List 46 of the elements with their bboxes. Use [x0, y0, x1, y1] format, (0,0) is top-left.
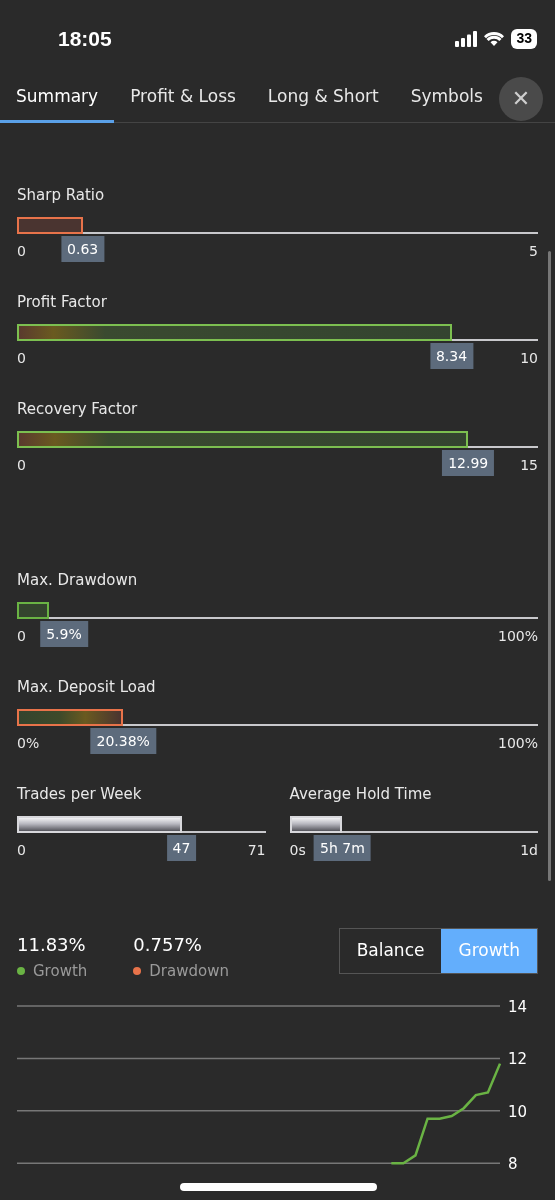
- tab[interactable]: Long & Short: [251, 74, 395, 123]
- tab[interactable]: Profit & Loss: [114, 74, 252, 123]
- gauge-value: 5.9%: [40, 621, 88, 647]
- status-time: 18:05: [58, 25, 112, 52]
- gauge-max: 15: [520, 455, 538, 475]
- gauge-value: 0.63: [61, 236, 105, 262]
- gauge-label: Max. Drawdown: [17, 570, 139, 590]
- gauge-min: 0s: [289, 840, 306, 860]
- gauge-min: 0: [17, 241, 26, 261]
- axis-tick-label: 10: [508, 1102, 528, 1121]
- scrollbar[interactable]: [548, 251, 551, 881]
- tab[interactable]: Symbols: [394, 74, 499, 123]
- gauge-max: 5: [529, 241, 538, 261]
- gauge-label: Profit Factor: [17, 292, 108, 312]
- gauge-max: 1d: [520, 840, 538, 860]
- close-button[interactable]: ✕: [499, 76, 543, 121]
- gauge-min: 0%: [17, 733, 40, 753]
- gauge-value: 8.34: [429, 343, 474, 369]
- axis-tick-label: 14: [508, 997, 528, 1016]
- gauge-label: Recovery Factor: [17, 399, 139, 419]
- gauge-label: Max. Deposit Load: [17, 677, 157, 697]
- gauge-value: 47: [166, 835, 197, 861]
- axis-tick-label: 8: [508, 1154, 518, 1173]
- legend-value: 11.83%: [17, 933, 87, 957]
- battery-indicator: 33: [511, 28, 537, 49]
- legend-label: Growth: [33, 961, 88, 982]
- gauge-min: 0: [17, 626, 26, 646]
- wifi-icon: [484, 30, 505, 47]
- gauge-value: 5h 7m: [314, 835, 371, 861]
- gauge-min: 0: [17, 348, 26, 368]
- gauge-min: 0: [17, 455, 26, 475]
- gauge-max: 10: [520, 348, 538, 368]
- tab[interactable]: Summary: [0, 74, 115, 123]
- legend-value: 0.757%: [133, 933, 203, 957]
- gauge-max: 100%: [497, 733, 538, 753]
- gauge-max: 100%: [497, 626, 538, 646]
- gauge-max: 71: [247, 840, 266, 860]
- gauge-label: Trades per Week: [17, 784, 143, 804]
- gauge-value: 20.38%: [90, 728, 156, 754]
- gauge-label: Average Hold Time: [289, 784, 433, 804]
- signal-icon: [455, 30, 478, 47]
- legend-label: Drawdown: [149, 961, 229, 982]
- gauge-label: Sharp Ratio: [17, 185, 106, 205]
- gauge-min: 0: [17, 840, 26, 860]
- axis-tick-label: 12: [508, 1049, 528, 1068]
- gauge-value: 12.99: [442, 450, 495, 476]
